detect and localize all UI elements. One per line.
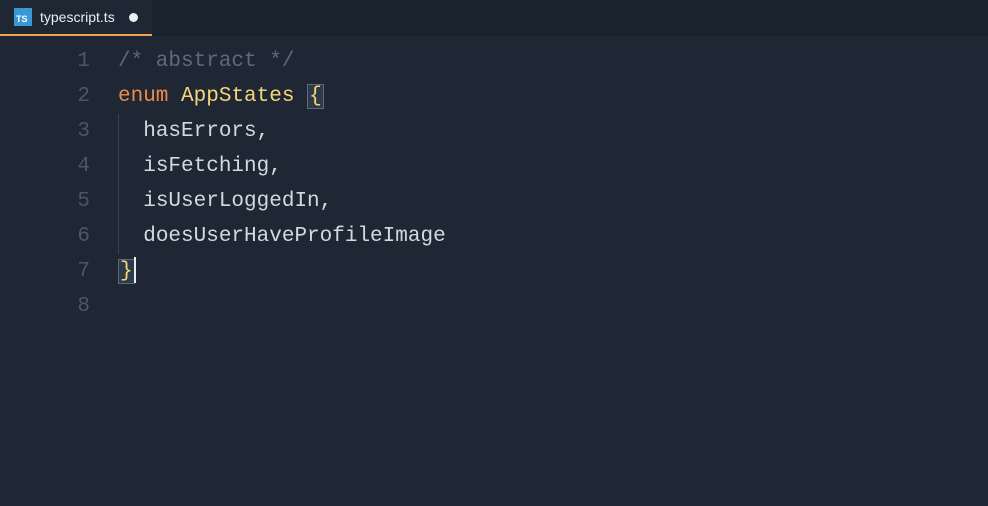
code-line: enum AppStates { [118, 79, 446, 114]
indent-guide [118, 184, 119, 219]
keyword-token: enum [118, 85, 168, 108]
line-number: 3 [0, 114, 90, 149]
code-editor[interactable]: 1 2 3 4 5 6 7 8 /* abstract */ enum AppS… [0, 36, 988, 324]
identifier-token: hasErrors [143, 120, 256, 143]
line-number: 4 [0, 149, 90, 184]
code-line [118, 289, 446, 324]
line-number: 6 [0, 219, 90, 254]
brace-open-token: { [307, 84, 324, 109]
editor-tab-typescript[interactable]: TS typescript.ts [0, 0, 152, 36]
code-line: isFetching, [118, 149, 446, 184]
dirty-indicator-icon [129, 13, 138, 22]
tab-bar: TS typescript.ts [0, 0, 988, 36]
tab-filename: typescript.ts [40, 9, 115, 25]
text-cursor [134, 257, 136, 283]
identifier-token: doesUserHaveProfileImage [143, 225, 445, 248]
identifier-token: isUserLoggedIn [143, 190, 319, 213]
punctuation-token: , [320, 190, 333, 213]
line-number: 7 [0, 254, 90, 289]
type-token: AppStates [181, 85, 294, 108]
line-number-gutter: 1 2 3 4 5 6 7 8 [0, 44, 118, 324]
punctuation-token: , [257, 120, 270, 143]
brace-close-token: } [118, 259, 135, 284]
typescript-icon: TS [14, 8, 32, 26]
punctuation-token: , [269, 155, 282, 178]
code-line: /* abstract */ [118, 44, 446, 79]
identifier-token: isFetching [143, 155, 269, 178]
code-line: hasErrors, [118, 114, 446, 149]
line-number: 8 [0, 289, 90, 324]
comment-token: /* abstract */ [118, 50, 294, 73]
line-number: 2 [0, 79, 90, 114]
indent-guide [118, 149, 119, 184]
line-number: 1 [0, 44, 90, 79]
indent-guide [118, 114, 119, 149]
code-line: isUserLoggedIn, [118, 184, 446, 219]
indent-guide [118, 219, 119, 254]
code-line: } [118, 254, 446, 289]
code-content[interactable]: /* abstract */ enum AppStates { hasError… [118, 44, 446, 324]
line-number: 5 [0, 184, 90, 219]
code-line: doesUserHaveProfileImage [118, 219, 446, 254]
